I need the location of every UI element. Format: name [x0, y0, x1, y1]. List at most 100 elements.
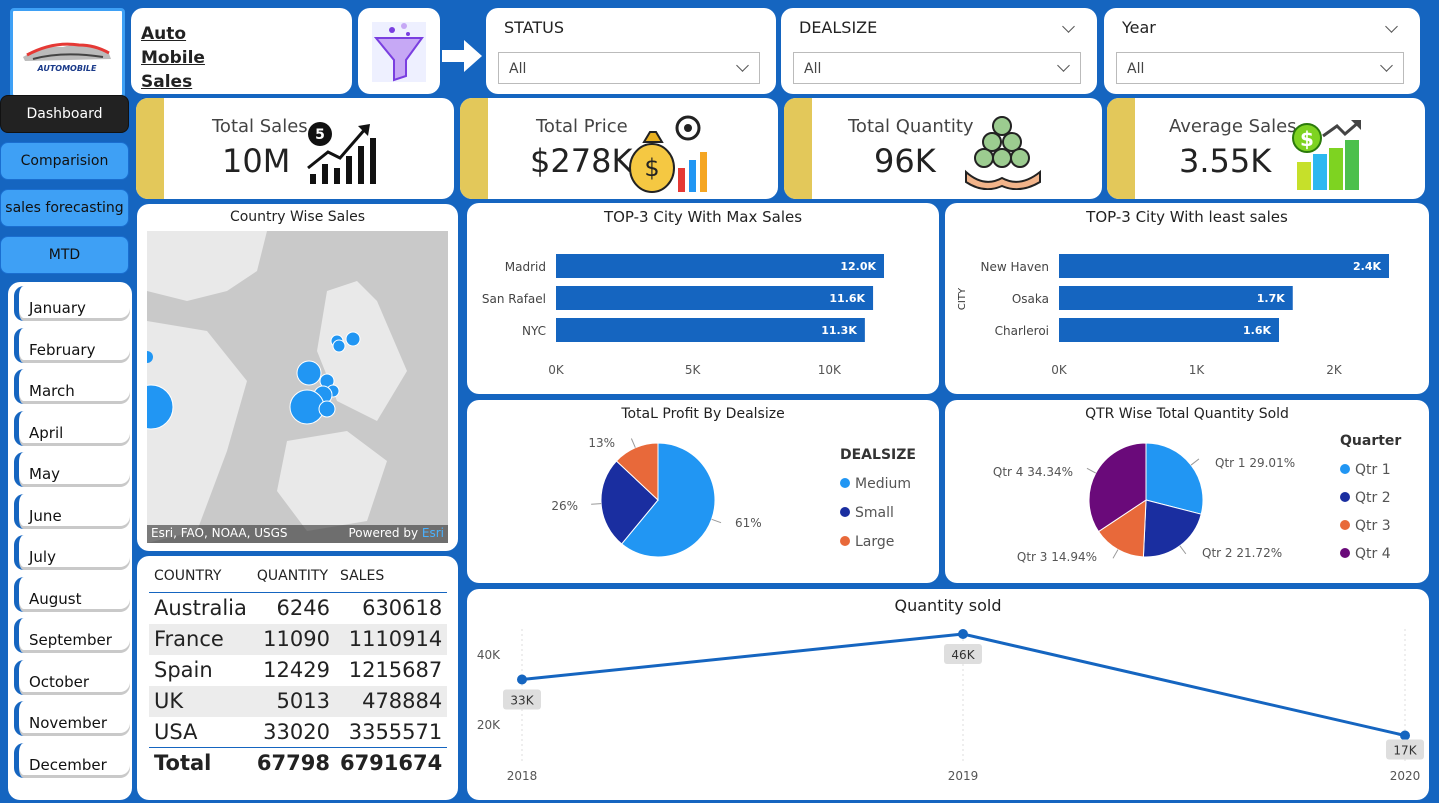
nav-sales-forecasting-button[interactable]: sales forecasting [0, 189, 129, 227]
dealsize-dropdown[interactable]: All [793, 52, 1081, 84]
legend-item[interactable]: Qtr 2 [1355, 490, 1391, 506]
table-cell: France [149, 623, 252, 655]
month-item[interactable]: November [14, 701, 130, 736]
table-total-cell: 6791674 [334, 747, 448, 779]
x-tick-label: 0K [1051, 363, 1068, 377]
chevron-down-icon[interactable] [1385, 20, 1398, 33]
bar[interactable] [556, 254, 884, 278]
growth-chart-icon: 5 [307, 122, 376, 184]
table-cell: 1110914 [334, 623, 448, 655]
chevron-down-icon[interactable] [1062, 20, 1075, 33]
table-cell: 33020 [263, 719, 330, 744]
table-cell: 11090 [251, 623, 335, 655]
kpi-label: Total Price [536, 116, 628, 137]
x-tick-label: 10K [818, 363, 842, 377]
kpi-total-sales: Total Sales 10M 5 [136, 98, 454, 199]
year-slicer: Year All [1104, 8, 1420, 94]
legend-item[interactable]: Large [855, 534, 894, 550]
data-point[interactable] [958, 629, 968, 639]
month-item[interactable]: March [14, 369, 130, 404]
table-row[interactable]: Spain 12429 1215687 [149, 655, 447, 686]
year-dropdown[interactable]: All [1116, 52, 1404, 84]
legend-item[interactable]: Qtr 4 [1355, 546, 1391, 562]
filter-box[interactable] [358, 8, 440, 94]
table-header[interactable]: QUANTITY [251, 564, 335, 593]
legend-marker [1340, 492, 1350, 502]
legend-marker [1340, 464, 1350, 474]
svg-text:AUTOMOBILE: AUTOMOBILE [37, 64, 98, 73]
status-slicer-label: STATUS [504, 18, 565, 37]
legend-item[interactable]: Qtr 1 [1355, 462, 1391, 478]
bar-data-label: 12.0K [840, 260, 876, 273]
month-item[interactable]: August [14, 576, 130, 612]
esri-link[interactable]: Esri [422, 526, 444, 540]
legend-marker [840, 536, 850, 546]
data-label: 46K [951, 648, 975, 662]
y-tick-label: 40K [477, 648, 501, 662]
bar[interactable] [556, 286, 874, 310]
table-cell: 630618 [362, 596, 443, 621]
legend-marker [840, 478, 850, 488]
table-row[interactable]: USA 33020 3355571 [149, 717, 447, 748]
map-attribution: Esri, FAO, NOAA, USGS Powered by Esri [147, 525, 448, 543]
x-tick-label: 5K [685, 363, 702, 377]
data-point[interactable] [517, 674, 527, 685]
country-map[interactable] [147, 231, 448, 543]
table-cell: 3355571 [348, 719, 443, 744]
month-item[interactable]: December [14, 742, 130, 778]
month-item[interactable]: October [14, 659, 130, 695]
legend-item[interactable]: Small [855, 505, 894, 521]
table-header[interactable]: COUNTRY [149, 564, 252, 593]
nav-comparision-button[interactable]: Comparision [0, 142, 129, 180]
table-cell: 12429 [263, 658, 330, 682]
table-header[interactable]: SALES [334, 564, 448, 593]
table-row[interactable]: France 11090 1110914 [149, 623, 448, 655]
profit-dealsize-chart: 61% 26% 13% DEALSIZE Medium Small Large [551, 436, 916, 558]
legend-item[interactable]: Medium [855, 476, 911, 492]
logo: AUTOMOBILE [10, 8, 125, 98]
table-cell: 5013 [251, 685, 335, 717]
pie-value-label: 26% [551, 499, 578, 513]
kpi-total-quantity: Total Quantity 96K [784, 98, 1102, 199]
bar-data-label: 1.7K [1257, 292, 1285, 305]
x-tick-label: 0K [548, 363, 565, 377]
kpi-value: 10M [222, 142, 291, 180]
stack-hands-icon [965, 116, 1041, 190]
profit-dealsize-card: TotaL Profit By Dealsize 61% 26% 13% DEALSI… [467, 400, 939, 583]
table-cell: Spain [154, 658, 213, 682]
bar-category-label: Charleroi [995, 324, 1049, 338]
month-item[interactable]: June [14, 493, 130, 529]
month-item[interactable]: February [14, 327, 130, 363]
legend-item[interactable]: Qtr 3 [1355, 518, 1391, 534]
bar[interactable] [1059, 254, 1389, 278]
x-tick-label: 2018 [507, 769, 538, 783]
month-item[interactable]: September [14, 618, 130, 653]
table-row[interactable]: Australia 6246 630618 [149, 593, 447, 624]
month-item[interactable]: April [14, 410, 130, 446]
bar[interactable] [556, 318, 865, 342]
legend-title: DEALSIZE [840, 447, 916, 463]
svg-text:$: $ [1300, 127, 1314, 151]
month-item[interactable]: July [14, 535, 130, 570]
nav-mtd-button[interactable]: MTD [0, 236, 129, 274]
kpi-total-price: Total Price $278K $ [460, 98, 778, 199]
pie-leader-line [711, 518, 722, 524]
status-dropdown[interactable]: All [498, 52, 760, 84]
quantity-sold-card: Quantity sold 2018 2019 2020 20K 40K 33K 46K 17… [467, 589, 1429, 800]
nav-dashboard-button[interactable]: Dashboard [0, 95, 129, 133]
kpi-accent-bar [136, 98, 164, 199]
month-item[interactable]: May [14, 452, 130, 487]
pie-leader-line [1179, 545, 1187, 555]
table-cell: 1215687 [348, 658, 443, 682]
month-item[interactable]: January [14, 286, 130, 321]
kpi-value: 3.55K [1179, 142, 1272, 180]
least-cities-chart: New Haven 2.4K Osaka 1.7K Charleroi 1.6K 0K 1K 2… [957, 254, 1389, 377]
kpi-label: Average Sales [1169, 116, 1297, 137]
legend-title: Quarter [1340, 433, 1401, 449]
pie-leader-line [1190, 458, 1200, 466]
kpi-value: 96K [874, 142, 936, 180]
pie-value-label: 61% [735, 516, 762, 530]
data-point[interactable] [1400, 730, 1410, 741]
table-row[interactable]: UK 5013 478884 [149, 685, 448, 717]
table-cell: 478884 [334, 685, 448, 717]
